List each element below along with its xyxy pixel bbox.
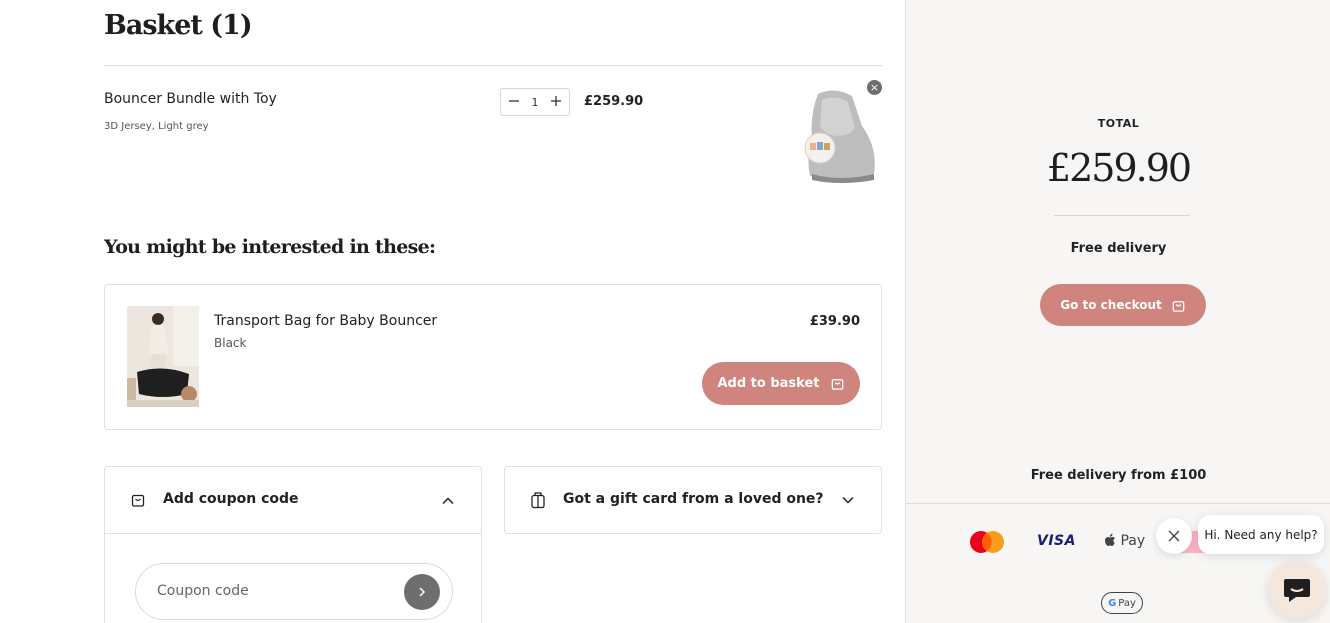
google-pay-icon: G Pay [1101,592,1143,614]
item-variant: 3D Jersey, Light grey [104,121,209,132]
close-icon: × [869,81,880,94]
coupon-toggle[interactable]: Add coupon code [105,467,481,534]
item-price: £259.90 [584,94,644,109]
decrease-quantity-button[interactable] [507,94,521,110]
add-to-basket-label: Add to basket [717,376,820,391]
basket-main: Basket (1) Bouncer Bundle with Toy 3D Je… [0,0,905,623]
gift-card-icon [529,491,547,513]
mastercard-icon [968,530,1006,554]
arrow-right-icon [419,587,426,597]
total-amount: £259.90 [1046,146,1192,190]
minus-icon [509,100,519,102]
recommendation-variant: Black [214,336,247,350]
visa-icon: VISA [1037,533,1076,549]
chat-launcher-button[interactable] [1268,561,1326,619]
increase-quantity-button[interactable] [549,94,563,110]
chat-prompt[interactable]: Hi. Need any help? [1198,515,1324,554]
apple-pay-label: Pay [1120,533,1146,549]
page-title: Basket (1) [104,10,253,41]
coupon-label: Add coupon code [163,491,299,507]
close-icon [1168,530,1180,542]
gift-card-toggle[interactable]: Got a gift card from a loved one? [504,466,882,534]
recommendations-title: You might be interested in these: [104,236,436,258]
add-to-basket-button[interactable]: Add to basket [702,362,860,405]
google-pay-label: Pay [1118,597,1136,609]
plus-icon [551,96,561,106]
total-label: TOTAL [1097,117,1140,130]
recommendation-image[interactable] [127,306,199,407]
recommendation-card: Transport Bag for Baby Bouncer Black £39… [104,284,882,430]
chat-icon [1284,579,1310,602]
chevron-up-icon [441,493,455,512]
item-name[interactable]: Bouncer Bundle with Toy [104,91,277,107]
free-delivery-threshold: Free delivery from £100 [1030,468,1207,483]
divider [104,65,882,66]
close-chat-prompt-button[interactable] [1156,518,1192,554]
divider [906,503,1330,504]
apple-pay-icon: Pay [1104,533,1145,549]
shopping-bag-icon [1172,300,1185,312]
product-image[interactable] [800,86,878,184]
google-g-icon: G [1108,597,1117,609]
quantity-value[interactable]: 1 [532,96,539,109]
recommendation-price: £39.90 [809,314,860,329]
coupon-panel: Add coupon code Coupon code [104,466,482,623]
shopping-bag-icon [831,379,843,390]
checkout-button[interactable]: Go to checkout [1040,284,1206,326]
divider [1054,215,1190,216]
quantity-stepper: 1 [500,88,570,116]
delivery-info: Free delivery [1070,241,1167,256]
coupon-placeholder: Coupon code [157,583,249,599]
coupon-input[interactable]: Coupon code [135,563,453,620]
shopping-bag-icon [130,492,146,512]
remove-item-button[interactable]: × [867,80,882,95]
recommendation-name[interactable]: Transport Bag for Baby Bouncer [214,313,437,329]
apply-coupon-button[interactable] [404,574,440,610]
checkout-label: Go to checkout [1060,298,1162,312]
gift-card-label: Got a gift card from a loved one? [563,491,824,507]
chevron-down-icon [841,492,855,511]
